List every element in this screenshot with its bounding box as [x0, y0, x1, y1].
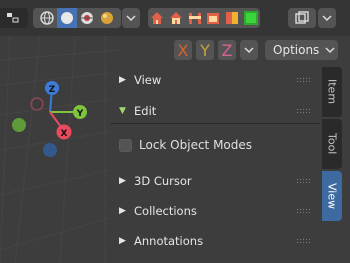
- chevron-down-icon: [244, 46, 254, 54]
- panel-title: Annotations: [134, 233, 204, 248]
- tab-label: View: [325, 182, 339, 210]
- panel-header[interactable]: ▼ Edit: [110, 98, 320, 123]
- gate-icon[interactable]: [185, 11, 204, 25]
- material-shading-icon[interactable]: [77, 11, 97, 25]
- panel-header[interactable]: ▶ 3D Cursor: [110, 168, 320, 193]
- window-icon[interactable]: [204, 11, 223, 25]
- gizmo-y-label: Y: [76, 109, 84, 119]
- drag-handle-icon[interactable]: [296, 108, 310, 113]
- panel-header[interactable]: ▶ Collections: [110, 198, 320, 223]
- lock-object-modes-label: Lock Object Modes: [139, 138, 253, 152]
- axis-z-label: Z: [221, 40, 233, 60]
- drag-handle-icon[interactable]: [296, 178, 310, 183]
- panel-title: Edit: [134, 103, 157, 118]
- drag-handle-icon[interactable]: [296, 208, 310, 213]
- tab-label: Tool: [325, 133, 339, 155]
- viewport-display-button[interactable]: [288, 8, 316, 28]
- chevron-down-icon: [325, 46, 335, 54]
- mirror-x-button[interactable]: X: [174, 40, 192, 60]
- tab-item[interactable]: Item: [322, 67, 342, 117]
- tab-view[interactable]: View: [322, 171, 342, 221]
- panel-title: Collections: [134, 203, 197, 218]
- options-label: Options: [273, 43, 320, 57]
- panel-view[interactable]: ▶ View: [110, 67, 320, 92]
- expanded-triangle-icon: ▼: [119, 105, 126, 116]
- chevron-down-icon: [322, 14, 332, 22]
- navigation-gizmo: Z Y X: [12, 81, 87, 157]
- tab-label: Item: [325, 79, 339, 105]
- panel-annotations[interactable]: ▶ Annotations: [110, 228, 320, 253]
- overlay-toggle-button[interactable]: [0, 8, 28, 28]
- shading-dropdown-button[interactable]: [122, 8, 140, 28]
- tab-tool[interactable]: Tool: [322, 119, 342, 169]
- drag-handle-icon[interactable]: [296, 77, 310, 82]
- panel-header[interactable]: ▶ Annotations: [110, 228, 320, 253]
- mirror-y-button[interactable]: Y: [196, 40, 214, 60]
- chevron-down-icon: [126, 14, 136, 22]
- gizmo-x-label: X: [61, 129, 68, 139]
- panel-title: 3D Cursor: [134, 173, 192, 188]
- collapsed-triangle-icon: ▶: [119, 175, 126, 186]
- panel-3d-cursor[interactable]: ▶ 3D Cursor: [110, 168, 320, 193]
- solid-shading-icon[interactable]: [57, 8, 77, 28]
- axis-y-label: Y: [200, 40, 210, 60]
- rendered-shading-icon[interactable]: [97, 11, 117, 25]
- options-dropdown[interactable]: Options: [265, 40, 338, 60]
- collapsed-triangle-icon: ▶: [119, 74, 126, 85]
- panel-collections[interactable]: ▶ Collections: [110, 198, 320, 223]
- axis-x-label: X: [177, 40, 189, 60]
- drag-handle-icon[interactable]: [296, 238, 310, 243]
- lock-object-modes-checkbox[interactable]: [119, 138, 132, 152]
- mirror-z-button[interactable]: Z: [218, 40, 236, 60]
- house-alt-icon[interactable]: [167, 11, 186, 25]
- display-dropdown-button[interactable]: [318, 8, 336, 28]
- panel-header[interactable]: ▶ View: [110, 67, 320, 92]
- wireframe-icon[interactable]: [37, 11, 57, 25]
- collapsed-triangle-icon: ▶: [119, 235, 126, 246]
- axis-dropdown-button[interactable]: [240, 40, 258, 60]
- collapsed-triangle-icon: ▶: [119, 205, 126, 216]
- gizmo-z-label: Z: [49, 85, 56, 95]
- lock-object-modes-row[interactable]: Lock Object Modes: [110, 132, 320, 158]
- shading-mode-group: [33, 8, 121, 28]
- panel-next: [110, 257, 320, 263]
- visibility-icons-group: [148, 8, 260, 28]
- panel-title: View: [134, 72, 162, 87]
- house-icon[interactable]: [148, 11, 167, 25]
- window-overlay-icon: [295, 11, 309, 25]
- viewport-header: [0, 0, 350, 36]
- overlay-icon: [6, 12, 20, 24]
- split-color-icon[interactable]: [223, 11, 242, 25]
- panel-edit[interactable]: ▼ Edit Lock Object Modes: [110, 98, 320, 170]
- green-square-icon[interactable]: [241, 10, 260, 26]
